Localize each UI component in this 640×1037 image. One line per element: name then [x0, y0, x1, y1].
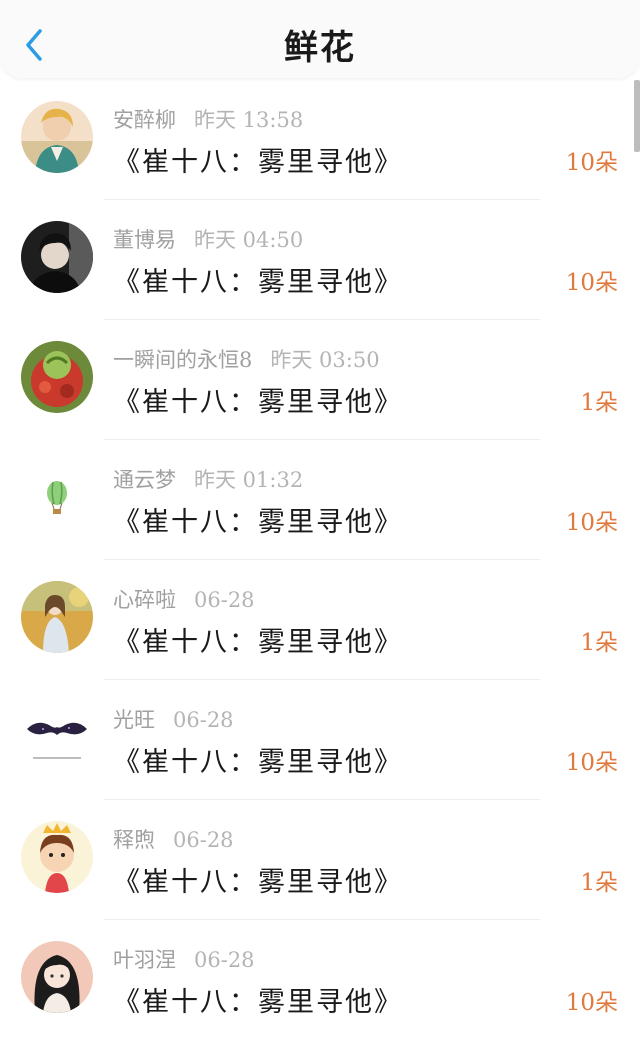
book-title: 《崔十八：雾里寻他》	[113, 987, 403, 1018]
top-bar: 鲜花	[0, 0, 640, 78]
send-time: 06-28	[173, 708, 234, 732]
sender-meta: 心碎啦 06-28	[113, 584, 255, 614]
sender-meta: 叶羽涅 06-28	[113, 944, 255, 974]
list-item[interactable]: 通云梦 昨天 01:32 《崔十八：雾里寻他》 10朵	[0, 440, 640, 560]
send-time: 06-28	[194, 588, 255, 612]
flower-count: 1朵	[580, 390, 618, 416]
flower-count: 10朵	[565, 990, 618, 1016]
avatar[interactable]	[21, 581, 93, 653]
list-item[interactable]: 安醉柳 昨天 13:58 《崔十八：雾里寻他》 10朵	[0, 80, 640, 200]
sender-name[interactable]: 心碎啦	[113, 588, 176, 612]
sender-meta: 释煦 06-28	[113, 824, 234, 854]
avatar[interactable]	[21, 341, 93, 413]
sender-meta: 光旺 06-28	[113, 704, 234, 734]
flower-count: 1朵	[580, 630, 618, 656]
flower-count: 10朵	[565, 270, 618, 296]
list-item[interactable]: 释煦 06-28 《崔十八：雾里寻他》 1朵	[0, 800, 640, 920]
send-time: 昨天 13:58	[194, 108, 304, 132]
book-title: 《崔十八：雾里寻他》	[113, 387, 403, 418]
sender-name[interactable]: 叶羽涅	[113, 948, 176, 972]
book-title: 《崔十八：雾里寻他》	[113, 267, 403, 298]
flower-count: 10朵	[565, 150, 618, 176]
sender-name[interactable]: 安醉柳	[113, 108, 176, 132]
sender-name[interactable]: 释煦	[113, 828, 155, 852]
flower-count: 10朵	[565, 750, 618, 776]
avatar[interactable]	[21, 221, 93, 293]
sender-name[interactable]: 董博易	[113, 228, 176, 252]
send-time: 06-28	[194, 948, 255, 972]
sender-name[interactable]: 光旺	[113, 708, 155, 732]
send-time: 昨天 04:50	[194, 228, 304, 252]
avatar[interactable]	[21, 821, 93, 893]
sender-meta: 安醉柳 昨天 13:58	[113, 104, 303, 134]
list-item[interactable]: 董博易 昨天 04:50 《崔十八：雾里寻他》 10朵	[0, 200, 640, 320]
send-time: 昨天 01:32	[194, 468, 304, 492]
avatar[interactable]	[21, 461, 93, 533]
sender-name[interactable]: 一瞬间的永恒8	[113, 348, 252, 372]
page-title: 鲜花	[284, 28, 356, 68]
avatar[interactable]	[21, 701, 93, 773]
list-item[interactable]: 一瞬间的永恒8 昨天 03:50 《崔十八：雾里寻他》 1朵	[0, 320, 640, 440]
flower-count: 10朵	[565, 510, 618, 536]
sender-meta: 董博易 昨天 04:50	[113, 224, 303, 254]
sender-name[interactable]: 通云梦	[113, 468, 176, 492]
avatar[interactable]	[21, 101, 93, 173]
sender-meta: 一瞬间的永恒8 昨天 03:50	[113, 344, 380, 374]
flower-list: 安醉柳 昨天 13:58 《崔十八：雾里寻他》 10朵 董博易 昨天 04:50 《…	[0, 80, 640, 1037]
book-title: 《崔十八：雾里寻他》	[113, 747, 403, 778]
flower-count: 1朵	[580, 870, 618, 896]
book-title: 《崔十八：雾里寻他》	[113, 507, 403, 538]
sender-meta: 通云梦 昨天 01:32	[113, 464, 303, 494]
avatar[interactable]	[21, 941, 93, 1013]
book-title: 《崔十八：雾里寻他》	[113, 627, 403, 658]
book-title: 《崔十八：雾里寻他》	[113, 867, 403, 898]
send-time: 06-28	[173, 828, 234, 852]
list-item[interactable]: 光旺 06-28 《崔十八：雾里寻他》 10朵	[0, 680, 640, 800]
book-title: 《崔十八：雾里寻他》	[113, 147, 403, 178]
send-time: 昨天 03:50	[270, 348, 380, 372]
list-item[interactable]: 心碎啦 06-28 《崔十八：雾里寻他》 1朵	[0, 560, 640, 680]
list-item[interactable]: 叶羽涅 06-28 《崔十八：雾里寻他》 10朵	[0, 920, 640, 1037]
